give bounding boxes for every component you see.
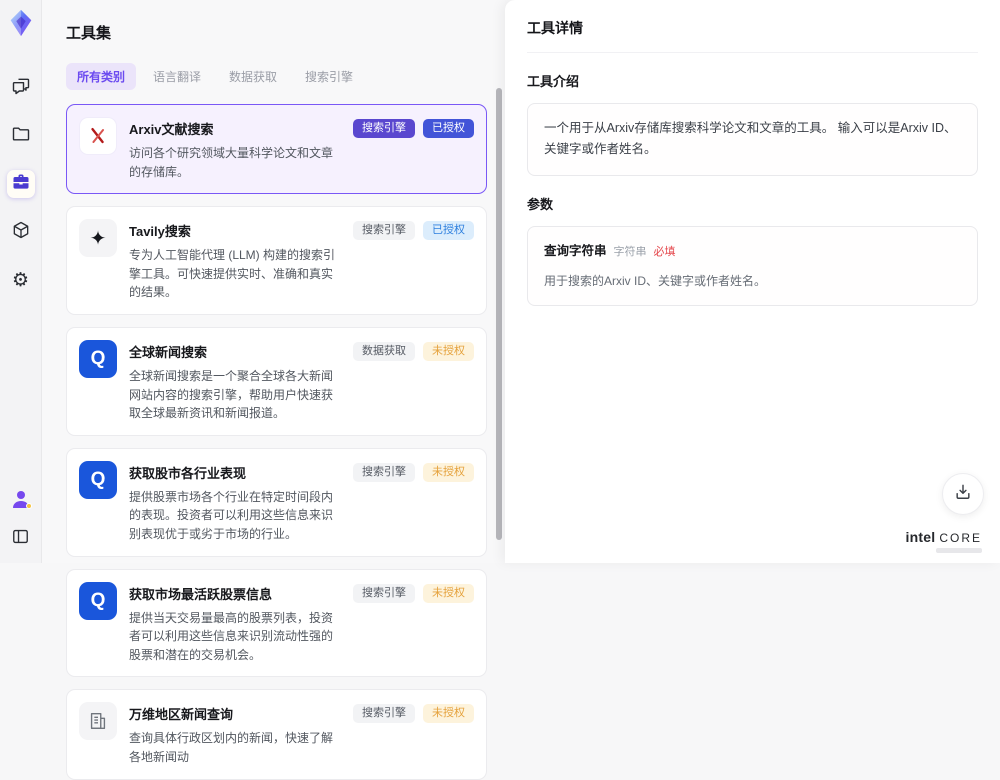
category-badge: 搜索引擎 xyxy=(353,221,415,241)
sidebar-collapse-button[interactable] xyxy=(7,525,35,553)
tab-all-categories[interactable]: 所有类别 xyxy=(66,63,137,90)
category-badge: 搜索引擎 xyxy=(353,119,415,138)
tool-description: 全球新闻搜索是一个聚合全球各大新闻网站内容的搜索引擎，帮助用户快速获取全球最新资… xyxy=(129,368,334,421)
arxiv-icon xyxy=(79,117,117,155)
category-badge: 数据获取 xyxy=(353,341,415,361)
chat-icon xyxy=(11,76,31,101)
tool-list-panel: 工具集 所有类别 语言翻译 数据获取 搜索引擎 Arxiv文献搜索 访问各个研究… xyxy=(42,0,505,780)
list-scrollbar[interactable] xyxy=(496,88,502,540)
blue-q-icon: Q xyxy=(79,460,117,499)
intel-wordmark: intel xyxy=(905,529,936,545)
panel-collapse-icon xyxy=(11,527,30,551)
auth-badge: 已授权 xyxy=(423,221,474,241)
tool-name: 获取股市各行业表现 xyxy=(129,465,247,481)
tool-card-most-active-stocks[interactable]: Q 获取市场最活跃股票信息 提供当天交易量最高的股票列表，投资者可以利用这些信息… xyxy=(66,568,487,678)
sidebar-item-chat[interactable] xyxy=(7,74,35,102)
tool-intro-box: 一个用于从Arxiv存储库搜索科学论文和文章的工具。 输入可以是Arxiv ID… xyxy=(527,103,978,176)
category-badge: 搜索引擎 xyxy=(353,704,415,724)
auth-badge: 未授权 xyxy=(423,341,474,361)
sidebar-item-plugins[interactable] xyxy=(7,218,35,246)
tool-description: 专为人工智能代理 (LLM) 构建的搜索引擎工具。可快速提供实时、准确和真实的结… xyxy=(129,248,336,300)
tool-card-tavily[interactable]: ✦ Tavily搜索 专为人工智能代理 (LLM) 构建的搜索引擎工具。可快速提… xyxy=(66,206,487,315)
tool-card-regional-news[interactable]: 万维地区新闻查询 查询具体行政区划内的新闻，快速了解各地新闻动 搜索引擎 未授权 xyxy=(66,689,487,780)
tab-data-fetch[interactable]: 数据获取 xyxy=(218,63,288,90)
news-building-icon xyxy=(79,702,117,741)
intel-sub-badge xyxy=(936,548,982,553)
tool-name: 万维地区新闻查询 xyxy=(129,707,234,723)
tool-card-arxiv[interactable]: Arxiv文献搜索 访问各个研究领域大量科学论文和文章的存储库。 搜索引擎 已授… xyxy=(66,104,487,195)
sidebar-item-account[interactable] xyxy=(7,485,35,513)
tool-description: 提供当天交易量最高的股票列表，投资者可以利用这些信息来识别流动性强的股票和潜在的… xyxy=(129,610,334,662)
blue-q-icon: Q xyxy=(79,339,117,378)
tool-name: 全球新闻搜索 xyxy=(129,344,208,360)
tool-card-global-news[interactable]: Q 全球新闻搜索 全球新闻搜索是一个聚合全球各大新闻网站内容的搜索引擎，帮助用户… xyxy=(66,326,487,436)
auth-badge: 未授权 xyxy=(423,704,474,724)
app-logo-icon xyxy=(6,8,36,38)
auth-badge: 未授权 xyxy=(423,462,474,482)
folder-icon xyxy=(11,124,31,149)
sidebar-item-tools[interactable] xyxy=(6,170,35,198)
app-window: ⚙ 工具集 所有类别 语言翻译 数据获取 搜索引擎 Arxiv文献搜索 访问各个… xyxy=(0,0,1000,780)
intro-heading: 工具介绍 xyxy=(527,74,580,89)
sidebar-item-settings[interactable]: ⚙ xyxy=(7,266,35,294)
gear-icon: ⚙ xyxy=(11,268,30,291)
tool-description: 提供股票市场各个行业在特定时间段内的表现。投资者可以利用这些信息来识别表现优于或… xyxy=(129,489,334,541)
tool-card-sector-performance[interactable]: Q 获取股市各行业表现 提供股票市场各个行业在特定时间段内的表现。投资者可以利用… xyxy=(66,447,487,557)
params-heading: 参数 xyxy=(527,196,554,212)
tool-description: 访问各个研究领域大量科学论文和文章的存储库。 xyxy=(129,146,334,179)
param-description: 用于搜索的Arxiv ID、关键字或作者姓名。 xyxy=(544,273,767,288)
tab-search-engine[interactable]: 搜索引擎 xyxy=(294,63,364,90)
cube-icon xyxy=(11,220,31,245)
tool-intro-text: 一个用于从Arxiv存储库搜索科学论文和文章的工具。 输入可以是Arxiv ID… xyxy=(544,121,957,157)
param-required-badge: 必填 xyxy=(653,245,676,258)
tool-description: 查询具体行政区划内的新闻，快速了解各地新闻动 xyxy=(129,731,334,764)
tool-name: Arxiv文献搜索 xyxy=(129,122,214,137)
param-type: 字符串 xyxy=(613,245,647,258)
category-badge: 搜索引擎 xyxy=(353,583,415,603)
tool-card-list: Arxiv文献搜索 访问各个研究领域大量科学论文和文章的存储库。 搜索引擎 已授… xyxy=(66,104,487,780)
tool-name: 获取市场最活跃股票信息 xyxy=(129,586,273,602)
tavily-star-icon: ✦ xyxy=(79,219,117,258)
sidebar-item-files[interactable] xyxy=(7,122,35,150)
auth-badge: 已授权 xyxy=(423,119,474,138)
icon-sidebar: ⚙ xyxy=(0,0,42,563)
toolbox-icon xyxy=(11,172,31,197)
blue-q-icon: Q xyxy=(79,581,117,620)
intel-core-logo: intel CORE xyxy=(906,529,982,553)
category-badge: 搜索引擎 xyxy=(353,462,415,482)
download-icon xyxy=(953,482,973,507)
category-tabs: 所有类别 语言翻译 数据获取 搜索引擎 xyxy=(66,63,487,90)
param-box: 查询字符串 字符串 必填 用于搜索的Arxiv ID、关键字或作者姓名。 xyxy=(527,225,978,307)
status-dot xyxy=(25,503,32,509)
auth-badge: 未授权 xyxy=(423,583,474,603)
tab-translation[interactable]: 语言翻译 xyxy=(142,63,212,90)
core-wordmark: CORE xyxy=(939,531,982,545)
param-name: 查询字符串 xyxy=(544,243,607,258)
page-title: 工具集 xyxy=(66,25,112,42)
tool-name: Tavily搜索 xyxy=(129,224,191,240)
avatar-icon xyxy=(9,487,33,511)
tool-detail-panel: 工具详情 工具介绍 一个用于从Arxiv存储库搜索科学论文和文章的工具。 输入可… xyxy=(505,0,1000,563)
detail-title: 工具详情 xyxy=(527,18,978,53)
download-button[interactable] xyxy=(942,473,984,515)
